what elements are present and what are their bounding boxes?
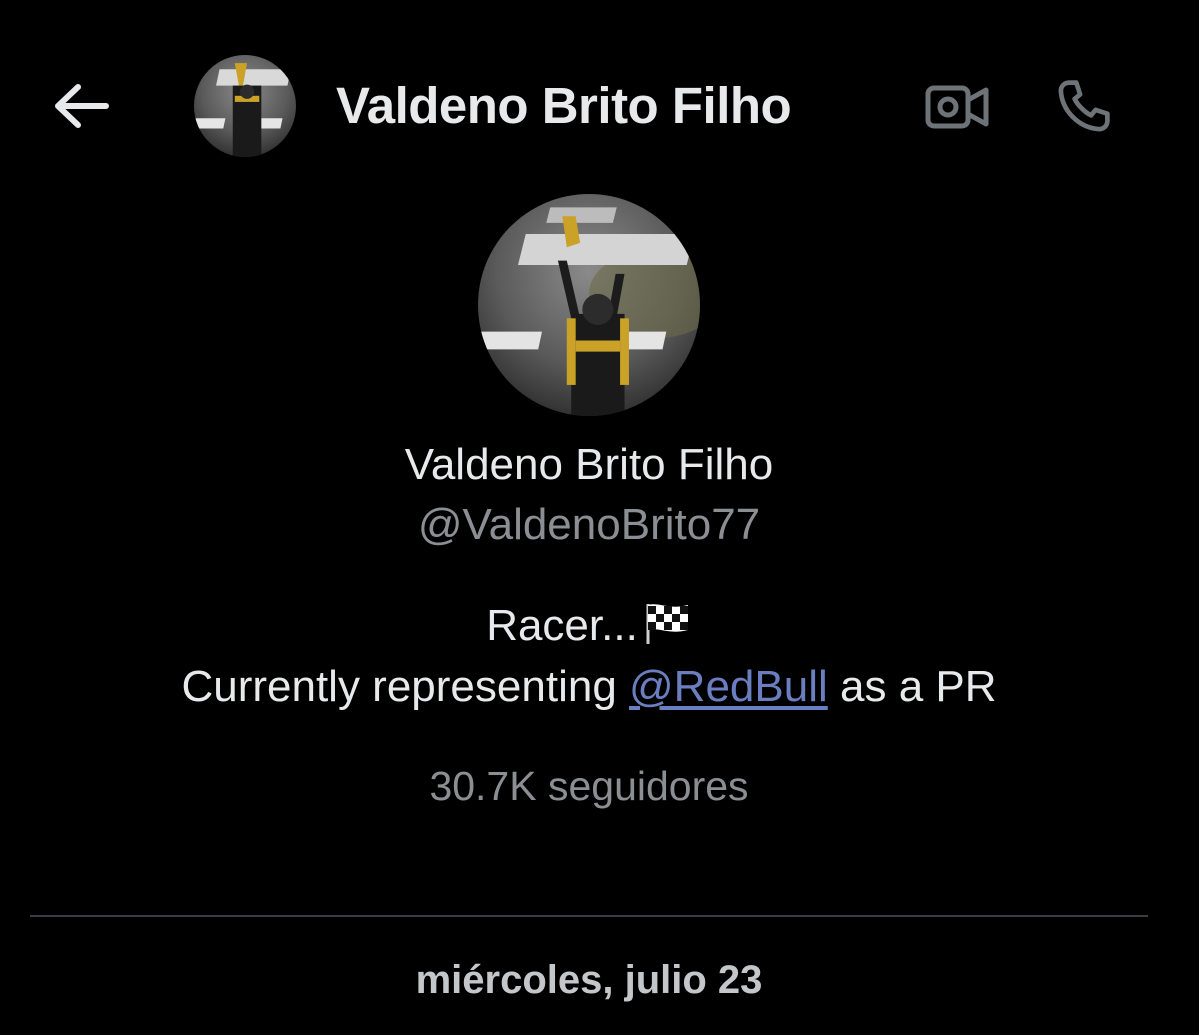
divider [30, 915, 1148, 917]
bio-text-suffix: as a PR [827, 662, 997, 711]
bio-line-1: Racer... [0, 600, 1178, 657]
checkered-flag-icon [642, 600, 692, 657]
avatar-photo [478, 194, 700, 416]
arrow-left-icon [55, 84, 109, 128]
bio-text: Racer... [486, 601, 638, 650]
bio-text-prefix: Currently representing [181, 662, 630, 711]
avatar-photo [194, 55, 296, 157]
conversation-header: Valdeno Brito Filho [0, 0, 1199, 210]
phone-icon [1058, 80, 1110, 132]
header-avatar[interactable] [194, 55, 296, 157]
video-call-button[interactable] [922, 78, 994, 136]
profile-avatar[interactable] [478, 194, 700, 416]
date-separator: miércoles, julio 23 [415, 958, 763, 1002]
back-button[interactable] [48, 78, 114, 134]
redbull-mention-link[interactable]: @RedBull [629, 662, 828, 711]
bio-line-2: Currently representing @RedBull as a PR [0, 662, 1178, 712]
profile-handle: @ValdenoBrito77 [417, 500, 761, 549]
header-title[interactable]: Valdeno Brito Filho [336, 76, 792, 135]
followers-count[interactable]: 30.7K seguidores [0, 763, 1178, 810]
voice-call-button[interactable] [1048, 70, 1120, 142]
video-camera-icon [925, 85, 989, 129]
profile-name: Valdeno Brito Filho [404, 440, 774, 489]
